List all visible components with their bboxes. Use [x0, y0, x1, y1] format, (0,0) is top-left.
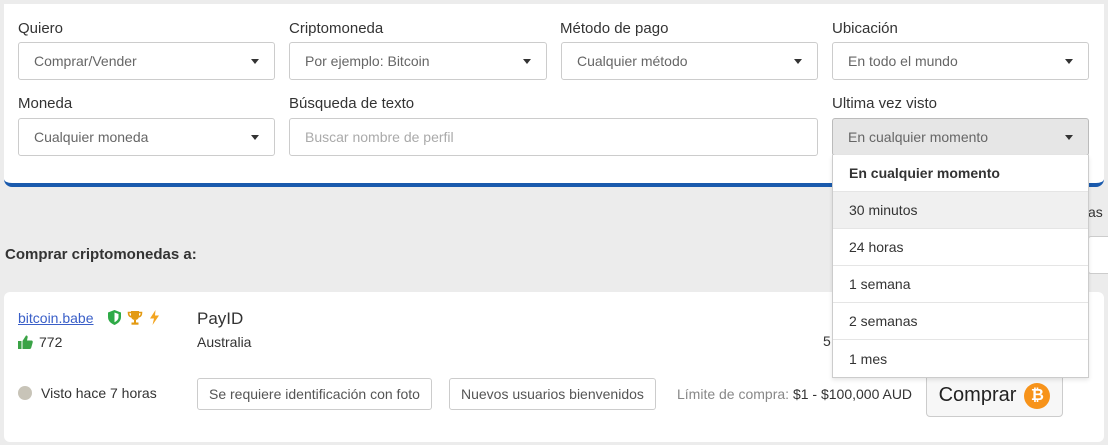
- trophy-icon: [127, 311, 143, 325]
- chevron-down-icon: [1065, 134, 1073, 140]
- last-seen-label: Ultima vez visto: [832, 95, 938, 112]
- want-label: Quiero: [18, 20, 64, 37]
- shield-icon: [108, 310, 121, 325]
- buy-button-label: Comprar: [938, 384, 1017, 406]
- offer-tag: Se requiere identificación con foto: [197, 378, 432, 410]
- purchase-limit-label: Límite de compra:: [677, 386, 790, 402]
- currency-select-value: Cualquier moneda: [34, 129, 149, 145]
- status-dot-icon: [18, 386, 32, 400]
- last-seen-dropdown: En cualquier momento 30 minutos 24 horas…: [832, 155, 1089, 378]
- thumbs-up-icon: [18, 335, 33, 349]
- currency-label: Moneda: [18, 95, 73, 112]
- payment-select[interactable]: Cualquier método: [561, 42, 818, 80]
- want-select[interactable]: Comprar/Vender: [18, 42, 275, 80]
- last-seen-select[interactable]: En cualquier momento: [832, 118, 1089, 156]
- last-seen-option[interactable]: 30 minutos: [833, 192, 1088, 229]
- offer-tag: Nuevos usuarios bienvenidos: [449, 378, 656, 410]
- payment-select-value: Cualquier método: [577, 53, 688, 69]
- location-select[interactable]: En todo el mundo: [832, 42, 1089, 80]
- seller-badges: [108, 310, 160, 325]
- feedback-count: 772: [39, 334, 63, 350]
- crypto-select-value: Por ejemplo: Bitcoin: [305, 53, 430, 69]
- profile-search-input[interactable]: [289, 118, 818, 156]
- chevron-down-icon: [251, 134, 259, 140]
- location-select-value: En todo el mundo: [848, 53, 958, 69]
- offer-price-partial: 5: [823, 333, 831, 349]
- crypto-label: Criptomoneda: [289, 20, 384, 37]
- lightning-icon: [150, 310, 159, 325]
- last-seen-option[interactable]: 1 semana: [833, 266, 1088, 303]
- crypto-select[interactable]: Por ejemplo: Bitcoin: [289, 42, 547, 80]
- want-select-value: Comprar/Vender: [34, 53, 137, 69]
- payment-label: Método de pago: [560, 20, 669, 37]
- last-seen-option[interactable]: 24 horas: [833, 229, 1088, 266]
- offer-location: Australia: [197, 334, 252, 350]
- section-title: Comprar criptomonedas a:: [5, 246, 197, 263]
- last-seen-option[interactable]: En cualquier momento: [833, 155, 1088, 192]
- bitcoin-icon: ₿: [1024, 382, 1051, 409]
- location-label: Ubicación: [832, 20, 898, 37]
- last-seen-status: Visto hace 7 horas: [18, 385, 157, 401]
- seller-feedback: 772: [18, 334, 62, 350]
- last-seen-text: Visto hace 7 horas: [41, 385, 157, 401]
- search-label: Búsqueda de texto: [289, 95, 415, 112]
- chevron-down-icon: [523, 58, 531, 64]
- obscured-label-text: as: [1088, 204, 1103, 220]
- seller-username-link[interactable]: bitcoin.babe: [18, 310, 94, 326]
- chevron-down-icon: [794, 58, 802, 64]
- purchase-limit-value: $1 - $100,000 AUD: [792, 386, 913, 402]
- chevron-down-icon: [1065, 58, 1073, 64]
- last-seen-option[interactable]: 2 semanas: [833, 303, 1088, 340]
- currency-select[interactable]: Cualquier moneda: [18, 118, 275, 156]
- chevron-down-icon: [251, 58, 259, 64]
- purchase-limit: Límite de compra: $1 - $100,000 AUD: [677, 386, 912, 402]
- payment-method: PayID: [197, 309, 244, 328]
- buy-button[interactable]: Comprar ₿: [926, 374, 1063, 417]
- obscured-select[interactable]: [1088, 236, 1108, 274]
- last-seen-select-value: En cualquier momento: [848, 129, 989, 145]
- last-seen-option[interactable]: 1 mes: [833, 340, 1088, 377]
